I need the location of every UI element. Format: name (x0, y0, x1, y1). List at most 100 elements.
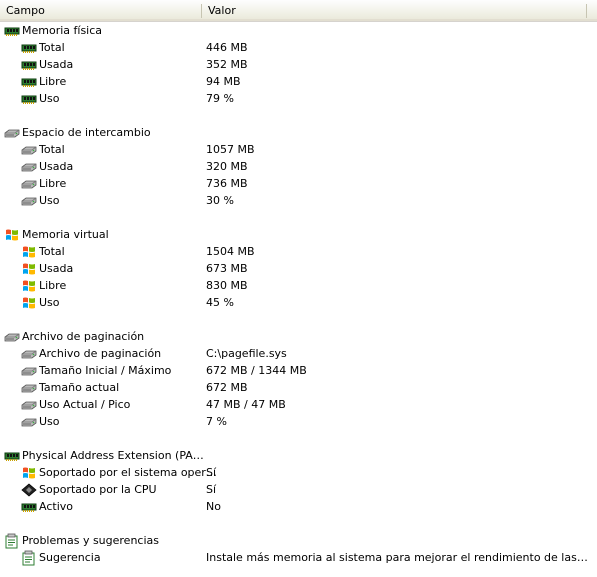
field-value: 830 MB (206, 279, 248, 292)
column-header-valor-label: Valor (208, 4, 236, 17)
field-label: Sugerencia (39, 551, 101, 564)
hard-drive-icon (21, 397, 37, 413)
field-label: Activo (39, 500, 73, 513)
group-header-row[interactable]: Physical Address Extension (PAE) (0, 447, 597, 464)
field-value: 1057 MB (206, 143, 255, 156)
list-item[interactable]: Total 1057 MB (0, 141, 597, 158)
group-title: Problemas y sugerencias (22, 534, 159, 547)
group-title: Archivo de paginación (22, 330, 145, 343)
campo-cell: Soportado por el sistema oper… (0, 464, 221, 481)
hard-drive-icon (4, 125, 20, 141)
windows-flag-icon (21, 278, 37, 294)
campo-cell: Activo (0, 498, 221, 515)
field-label: Usada (39, 262, 74, 275)
group-title: Memoria física (22, 24, 103, 37)
memory-chip-icon (21, 91, 37, 107)
list-item[interactable]: Libre 736 MB (0, 175, 597, 192)
memory-chip-icon (4, 448, 20, 464)
field-value: 30 % (206, 194, 234, 207)
hard-drive-icon (21, 363, 37, 379)
campo-cell: Uso Actual / Pico (0, 396, 221, 413)
group-header-row[interactable]: Memoria virtual (0, 226, 597, 243)
list-item[interactable]: Uso 79 % (0, 90, 597, 107)
list-item[interactable]: Soportado por el sistema oper… Sí (0, 464, 597, 481)
list-item[interactable]: Sugerencia Instale más memoria al sistema… (0, 549, 597, 566)
group-header-row[interactable]: Problemas y sugerencias (0, 532, 597, 549)
suggestion-note-icon (4, 533, 20, 549)
hard-drive-icon (21, 346, 37, 362)
campo-cell: Libre (0, 73, 221, 90)
hard-drive-icon (21, 380, 37, 396)
field-value: 1504 MB (206, 245, 255, 258)
group-title: Physical Address Extension (PAE) (22, 449, 204, 462)
list-item[interactable]: Activo No (0, 498, 597, 515)
campo-cell: Total (0, 141, 221, 158)
campo-cell: Archivo de paginación (0, 328, 204, 345)
field-value: 673 MB (206, 262, 248, 275)
campo-cell: Tamaño actual (0, 379, 221, 396)
hard-drive-icon (4, 329, 20, 345)
list-item[interactable]: Usada 320 MB (0, 158, 597, 175)
field-value: 320 MB (206, 160, 248, 173)
list-item[interactable]: Uso 30 % (0, 192, 597, 209)
field-value: Sí (206, 466, 217, 479)
windows-flag-icon (21, 244, 37, 260)
column-header-filler (587, 0, 597, 21)
list-item[interactable]: Uso 7 % (0, 413, 597, 430)
field-value: 672 MB (206, 381, 248, 394)
list-item[interactable]: Usada 673 MB (0, 260, 597, 277)
field-label: Usada (39, 160, 74, 173)
column-header-campo[interactable]: Campo (0, 0, 202, 21)
hard-drive-icon (21, 142, 37, 158)
hard-drive-icon (21, 159, 37, 175)
list-item[interactable]: Tamaño actual 672 MB (0, 379, 597, 396)
campo-cell: Total (0, 243, 221, 260)
campo-cell: Sugerencia (0, 549, 221, 566)
field-label: Uso (39, 194, 60, 207)
list-item[interactable]: Uso 45 % (0, 294, 597, 311)
list-item[interactable]: Uso Actual / Pico 47 MB / 47 MB (0, 396, 597, 413)
list-item[interactable]: Libre 830 MB (0, 277, 597, 294)
field-value: 352 MB (206, 58, 248, 71)
list-item[interactable]: Tamaño Inicial / Máximo 672 MB / 1344 MB (0, 362, 597, 379)
campo-cell: Uso (0, 90, 221, 107)
memory-chip-icon (21, 74, 37, 90)
group-header-row[interactable]: Espacio de intercambio (0, 124, 597, 141)
group-header-row[interactable]: Memoria física (0, 22, 597, 39)
campo-cell: Usada (0, 260, 221, 277)
field-label: Total (39, 41, 65, 54)
group-header-row[interactable]: Archivo de paginación (0, 328, 597, 345)
campo-cell: Uso (0, 192, 221, 209)
field-value: 94 MB (206, 75, 241, 88)
memory-chip-icon (21, 40, 37, 56)
field-label: Libre (39, 177, 67, 190)
campo-cell: Libre (0, 277, 221, 294)
list-item[interactable]: Total 446 MB (0, 39, 597, 56)
field-value: Sí (206, 483, 217, 496)
campo-cell: Memoria física (0, 22, 204, 39)
column-header-campo-label: Campo (6, 4, 45, 17)
list-item[interactable]: Soportado por la CPU Sí (0, 481, 597, 498)
memory-chip-icon (21, 499, 37, 515)
field-label: Soportado por el sistema oper… (39, 466, 217, 479)
column-header-valor[interactable]: Valor (202, 0, 587, 21)
windows-flag-icon (21, 465, 37, 481)
hard-drive-icon (21, 414, 37, 430)
list-item[interactable]: Libre 94 MB (0, 73, 597, 90)
field-value: 7 % (206, 415, 227, 428)
campo-cell: Physical Address Extension (PAE) (0, 447, 204, 464)
memory-info-list-view: Campo Valor Memoria física Total 446 MB Usa… (0, 0, 597, 577)
list-item[interactable]: Archivo de paginación C:\pagefile.sys (0, 345, 597, 362)
group-title: Memoria virtual (22, 228, 109, 241)
hard-drive-icon (21, 193, 37, 209)
field-label: Total (39, 245, 65, 258)
list-item[interactable]: Total 1504 MB (0, 243, 597, 260)
field-value: No (206, 500, 221, 513)
list-item[interactable]: Usada 352 MB (0, 56, 597, 73)
field-label: Uso Actual / Pico (39, 398, 131, 411)
campo-cell: Archivo de paginación (0, 345, 221, 362)
